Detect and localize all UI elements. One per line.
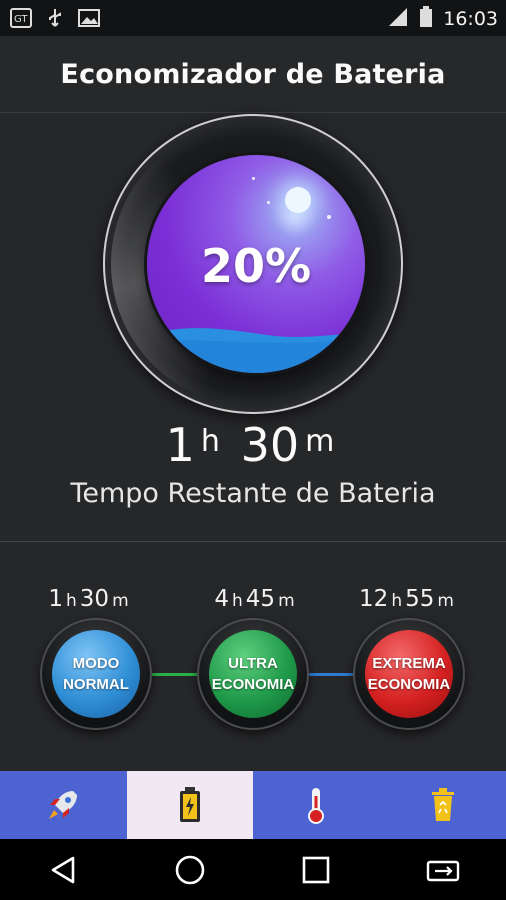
tab-booster[interactable] <box>0 771 127 839</box>
status-time: 16:03 <box>443 8 498 30</box>
mode-normal-line1: MODO <box>72 655 120 672</box>
back-icon <box>51 856 75 883</box>
status-bar: GT 16:03 <box>0 0 506 36</box>
home-button[interactable] <box>160 845 220 895</box>
recents-button[interactable] <box>286 845 346 895</box>
mode-ultra-button[interactable]: ULTRA ECONOMIA <box>197 618 309 730</box>
tab-cleaner[interactable] <box>379 771 506 839</box>
rocket-icon <box>49 791 78 819</box>
mode-extreme-line1: EXTREMA <box>372 655 446 672</box>
divider <box>0 541 506 542</box>
battery-percent: 20% <box>200 239 312 293</box>
mode-normal-line2: NORMAL <box>63 676 129 693</box>
app-header: Economizador de Bateria <box>0 36 506 113</box>
remaining-time-label: Tempo Restante de Bateria <box>70 478 436 509</box>
mode-extreme-time: 12 h 55 m <box>359 586 454 612</box>
back-button[interactable] <box>33 845 93 895</box>
switch-app-icon <box>426 860 459 881</box>
remaining-minutes: 30 <box>240 418 300 472</box>
system-nav-bar <box>0 839 506 900</box>
connector-normal-ultra <box>146 673 204 676</box>
connector-ultra-extreme <box>302 673 358 676</box>
translate-notification-icon: GT <box>10 8 32 28</box>
battery-orb: 20% <box>147 155 365 373</box>
signal-icon <box>387 7 409 31</box>
mode-ultra-time: 4 h 45 m <box>214 586 295 612</box>
thermometer-icon <box>308 788 325 824</box>
tab-temperature[interactable] <box>253 771 380 839</box>
mode-ultra-line1: ULTRA <box>228 655 278 672</box>
page-title: Economizador de Bateria <box>60 58 446 90</box>
switch-app-button[interactable] <box>413 845 473 895</box>
battery-charging-icon <box>179 787 200 822</box>
recents-icon <box>302 856 330 883</box>
mode-normal-time: 1 h 30 m <box>48 586 129 612</box>
mode-normal-button[interactable]: MODO NORMAL <box>40 618 152 730</box>
battery-gauge: 20% <box>103 114 403 414</box>
mode-extreme-line2: ECONOMIA <box>367 676 451 693</box>
home-icon <box>175 855 205 884</box>
remaining-time: 1h 30 m <box>0 418 506 472</box>
hours-unit: h <box>200 424 220 459</box>
remaining-hours: 1 <box>165 418 195 472</box>
battery-water <box>147 328 365 373</box>
image-icon <box>78 8 100 28</box>
mode-extreme-button[interactable]: EXTREMA ECONOMIA <box>353 618 465 730</box>
recycle-bin-icon <box>431 788 454 821</box>
usb-icon <box>44 8 66 28</box>
bottom-tabs <box>0 771 506 839</box>
mode-ultra-line2: ECONOMIA <box>211 676 295 693</box>
tab-battery[interactable] <box>126 771 253 839</box>
minutes-unit: m <box>305 424 335 459</box>
battery-icon <box>419 6 433 32</box>
svg-text:GT: GT <box>14 14 28 25</box>
